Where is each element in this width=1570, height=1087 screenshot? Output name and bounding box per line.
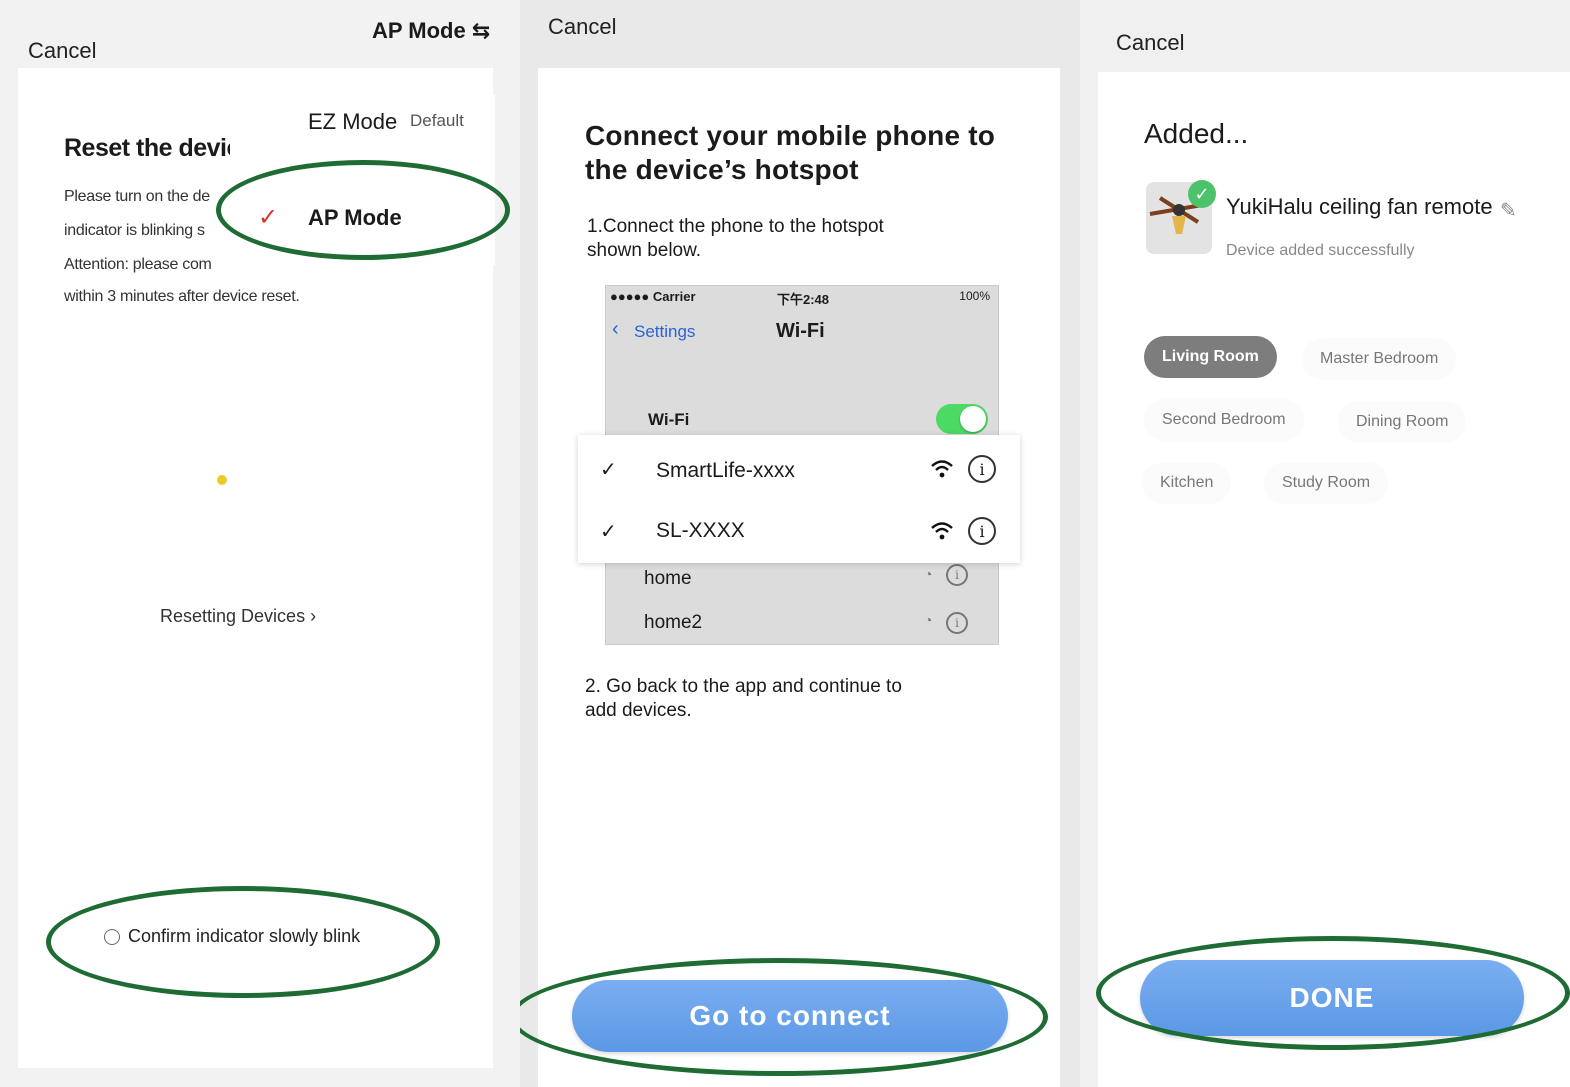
room-chip-second-bedroom[interactable]: Second Bedroom bbox=[1144, 399, 1304, 441]
battery-label: 100% bbox=[959, 289, 990, 303]
ap-mode-option[interactable]: AP Mode bbox=[308, 205, 402, 231]
status-time: 下午2:48 bbox=[776, 292, 830, 307]
wifi-title: Wi-Fi bbox=[776, 320, 825, 342]
go-to-connect-button[interactable]: Go to connect bbox=[572, 980, 1008, 1052]
step-2-text: 2. Go back to the app and continue to bbox=[585, 676, 902, 697]
check-icon: ✓ bbox=[600, 521, 617, 543]
network-name[interactable]: home2 bbox=[644, 612, 702, 634]
settings-back-link[interactable]: Settings bbox=[634, 322, 695, 342]
instruction-line: within 3 minutes after device reset. bbox=[64, 288, 300, 305]
wifi-label: Wi-Fi bbox=[648, 410, 690, 429]
mode-switch-button[interactable]: AP Mode ⇆ bbox=[372, 18, 490, 44]
instruction-line: Attention: please com bbox=[64, 256, 212, 273]
success-check-icon: ✓ bbox=[1188, 180, 1216, 208]
connect-hotspot-screen: Cancel Connect your mobile phone to the … bbox=[520, 0, 1080, 1087]
check-icon: ✓ bbox=[600, 459, 617, 481]
mode-dropdown: EZ Mode Default ✓ AP Mode bbox=[230, 95, 495, 265]
confirm-indicator-label: Confirm indicator slowly blink bbox=[128, 926, 361, 946]
edit-pencil-icon[interactable]: ✎ bbox=[1500, 198, 1517, 223]
info-icon[interactable]: i bbox=[968, 455, 996, 483]
ez-mode-option[interactable]: EZ Mode bbox=[308, 109, 397, 135]
cancel-button[interactable]: Cancel bbox=[28, 38, 96, 64]
reset-device-screen: Cancel AP Mode ⇆ Reset the devic Please … bbox=[0, 0, 520, 1087]
info-icon[interactable]: i bbox=[946, 564, 968, 586]
room-chip-living-room[interactable]: Living Room bbox=[1144, 336, 1277, 378]
back-chevron-icon[interactable]: ‹ bbox=[612, 318, 619, 341]
wifi-toggle[interactable] bbox=[936, 404, 988, 434]
instruction-line: Please turn on the de bbox=[64, 188, 210, 205]
wifi-signal-icon bbox=[931, 460, 953, 478]
info-icon[interactable]: i bbox=[968, 517, 996, 545]
ez-mode-default-tag: Default bbox=[410, 111, 464, 130]
check-icon: ✓ bbox=[258, 204, 279, 231]
room-chip-dining-room[interactable]: Dining Room bbox=[1338, 401, 1467, 443]
room-chip-study-room[interactable]: Study Room bbox=[1264, 462, 1389, 504]
wifi-signal-icon: ◔ bbox=[924, 566, 933, 582]
room-chip-master-bedroom[interactable]: Master Bedroom bbox=[1302, 338, 1457, 380]
step-2-text: add devices. bbox=[585, 700, 692, 721]
cancel-button[interactable]: Cancel bbox=[1116, 30, 1184, 56]
wifi-signal-icon: ◔ bbox=[924, 612, 933, 628]
page-title: Connect your mobile phone to bbox=[585, 120, 996, 151]
page-title: Added... bbox=[1144, 118, 1249, 149]
wifi-signal-icon bbox=[931, 522, 953, 540]
network-name[interactable]: SmartLife-xxxx bbox=[656, 459, 795, 483]
info-icon[interactable]: i bbox=[946, 612, 968, 634]
room-chip-kitchen[interactable]: Kitchen bbox=[1142, 462, 1232, 504]
device-status: Device added successfully bbox=[1226, 242, 1415, 259]
hotspot-network-list: ✓ SmartLife-xxxx i ✓ SL-XXXX i bbox=[578, 435, 1020, 563]
radio-icon[interactable] bbox=[104, 929, 120, 946]
step-1-text: 1.Connect the phone to the hotspot bbox=[587, 216, 884, 237]
cancel-button[interactable]: Cancel bbox=[548, 14, 616, 40]
done-button[interactable]: DONE bbox=[1140, 960, 1524, 1036]
device-added-screen: Cancel Added... ✓ YukiHalu ceiling fan r… bbox=[1080, 0, 1570, 1087]
step-1-text: shown below. bbox=[587, 240, 702, 261]
device-name: YukiHalu ceiling fan remote bbox=[1226, 194, 1493, 219]
confirm-indicator-option[interactable]: Confirm indicator slowly blink bbox=[104, 926, 360, 947]
network-name[interactable]: SL-XXXX bbox=[656, 519, 745, 543]
page-title: Reset the devic bbox=[64, 134, 240, 162]
indicator-dot bbox=[217, 475, 227, 485]
resetting-devices-link[interactable]: Resetting Devices › bbox=[160, 606, 316, 627]
instruction-line: indicator is blinking s bbox=[64, 222, 205, 239]
network-name[interactable]: home bbox=[644, 568, 692, 590]
page-title: the device’s hotspot bbox=[585, 154, 859, 185]
